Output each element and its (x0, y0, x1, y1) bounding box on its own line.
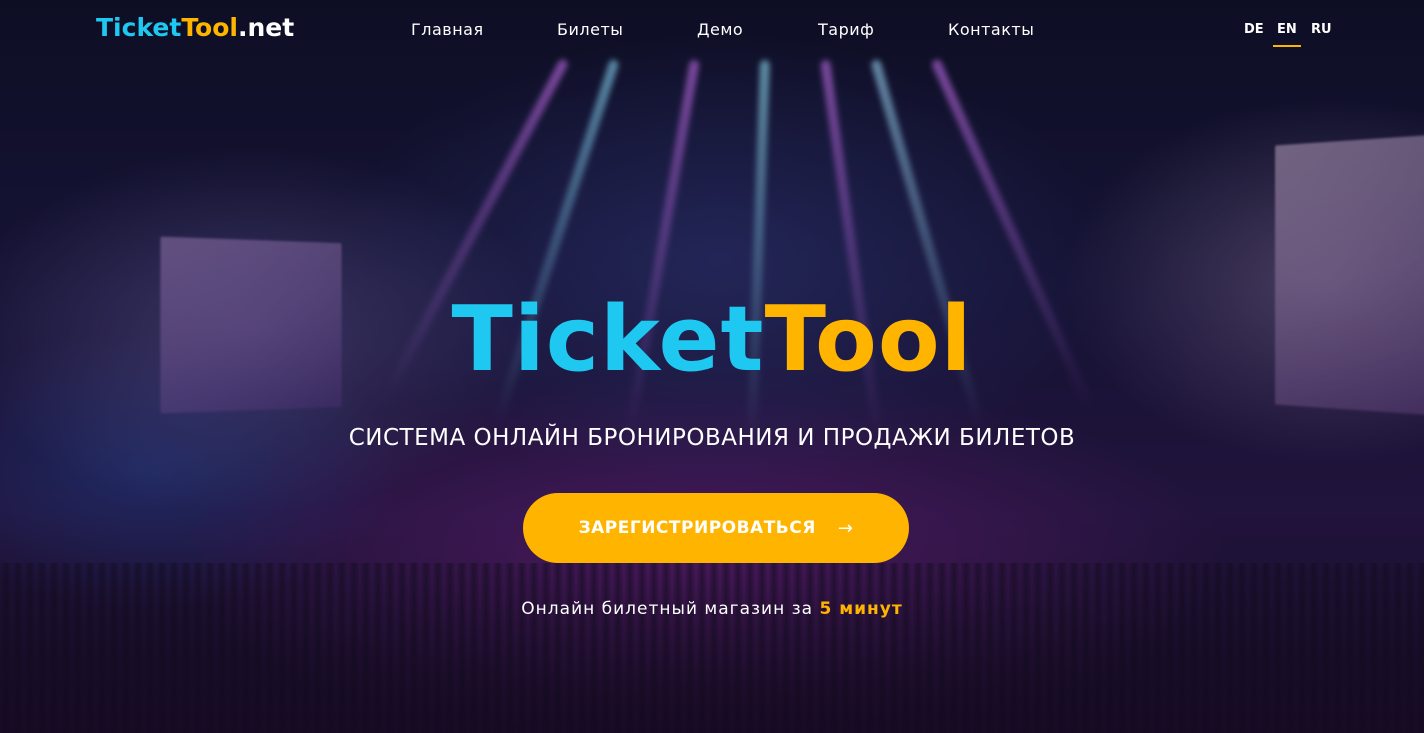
register-button[interactable]: ЗАРЕГИСТРИРОВАТЬСЯ → (523, 493, 909, 563)
logo-part-net: .net (237, 13, 295, 42)
logo-part-ticket: Ticket (96, 13, 182, 42)
register-button-label: ЗАРЕГИСТРИРОВАТЬСЯ (578, 518, 816, 538)
subline-text: Онлайн билетный магазин за (521, 599, 820, 619)
lang-en[interactable]: EN (1273, 22, 1301, 47)
nav-item-home[interactable]: Главная (411, 20, 484, 39)
brand-part-tool: Tool (764, 287, 973, 392)
site-logo[interactable]: TicketTool.net (96, 13, 294, 42)
brand-part-ticket: Ticket (451, 287, 765, 392)
lang-de[interactable]: DE (1244, 22, 1264, 37)
hero-section: TicketTool.net Главная Билеты Демо Тариф… (0, 0, 1424, 733)
hero-subline: Онлайн билетный магазин за 5 минут (0, 599, 1424, 619)
logo-part-tool: Tool (181, 13, 238, 42)
lang-ru[interactable]: RU (1311, 22, 1332, 37)
subline-highlight: 5 минут (819, 599, 903, 619)
nav-item-pricing[interactable]: Тариф (818, 20, 874, 39)
hero-tagline: СИСТЕМА ОНЛАЙН БРОНИРОВАНИЯ И ПРОДАЖИ БИ… (348, 425, 1076, 451)
nav-item-tickets[interactable]: Билеты (557, 20, 623, 39)
site-header: TicketTool.net Главная Билеты Демо Тариф… (0, 0, 1424, 60)
nav-item-demo[interactable]: Демо (697, 20, 743, 39)
hero-brand-title: TicketTool (0, 290, 1424, 390)
arrow-right-icon: → (837, 517, 854, 539)
nav-item-contacts[interactable]: Контакты (948, 20, 1034, 39)
